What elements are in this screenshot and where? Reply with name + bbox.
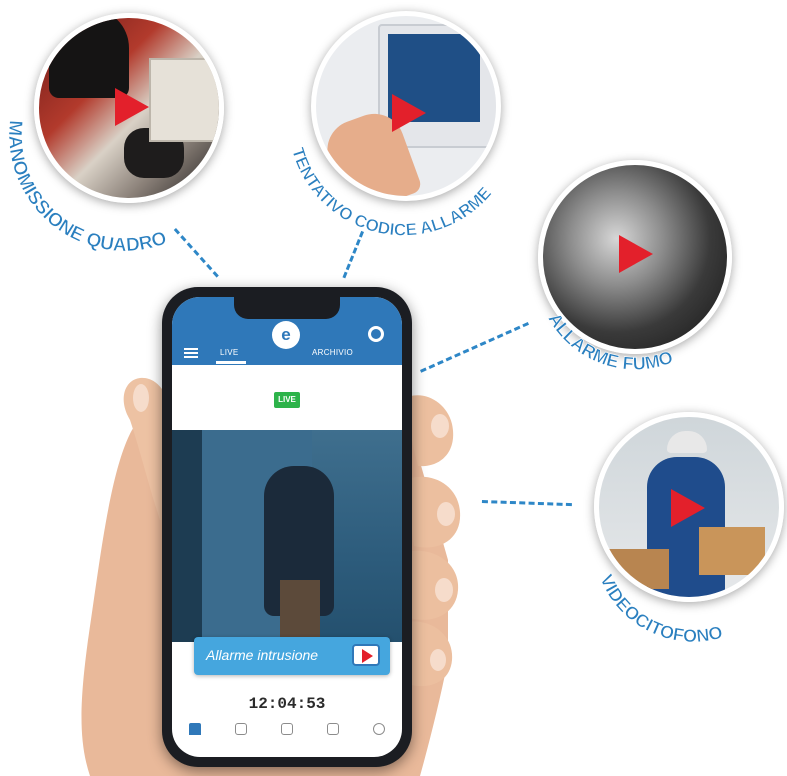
parcel-box xyxy=(609,549,669,589)
bubble-manomissione-quadro[interactable] xyxy=(34,13,224,203)
fingernail xyxy=(431,414,449,438)
info-icon xyxy=(373,723,385,735)
play-icon[interactable] xyxy=(115,88,149,126)
burglar-legs xyxy=(280,580,320,642)
archive-icon xyxy=(327,723,339,735)
live-video-feed[interactable] xyxy=(172,430,402,642)
cap xyxy=(667,431,707,453)
phone-screen: e LIVE ARCHIVIO LIVE Allarme intrusione … xyxy=(172,297,402,757)
play-icon[interactable] xyxy=(392,94,426,132)
app-logo-icon: e xyxy=(272,321,300,349)
bubble-allarme-fumo[interactable] xyxy=(538,160,732,354)
camera-icon xyxy=(281,723,293,735)
play-icon[interactable] xyxy=(671,489,705,527)
nav-item-shield[interactable] xyxy=(221,719,261,737)
phone-notch xyxy=(234,297,340,319)
nav-item-archive[interactable] xyxy=(313,719,353,737)
bottom-navigation xyxy=(172,719,402,757)
parcel-box xyxy=(699,527,765,575)
nav-item-info[interactable] xyxy=(359,719,399,737)
tab-live[interactable]: LIVE xyxy=(220,348,239,357)
burglar-figure xyxy=(49,18,129,98)
play-icon[interactable] xyxy=(619,235,653,273)
hamburger-menu-icon[interactable] xyxy=(184,348,198,358)
bubble-tentativo-codice[interactable] xyxy=(311,11,501,201)
active-tab-indicator xyxy=(216,361,246,364)
gear-icon[interactable] xyxy=(368,326,384,342)
shield-icon xyxy=(235,723,247,735)
smartphone: e LIVE ARCHIVIO LIVE Allarme intrusione … xyxy=(162,287,412,767)
bubble-videocitofono[interactable] xyxy=(594,412,784,602)
alert-notification[interactable]: Allarme intrusione xyxy=(194,637,390,675)
nav-item-home[interactable] xyxy=(175,719,215,737)
alert-text: Allarme intrusione xyxy=(206,647,319,663)
play-icon[interactable] xyxy=(352,644,380,666)
fuse-panel xyxy=(149,58,219,142)
home-icon xyxy=(189,723,201,735)
event-timestamp: 12:04:53 xyxy=(248,695,326,713)
nav-item-camera[interactable] xyxy=(267,719,307,737)
tab-archivio[interactable]: ARCHIVIO xyxy=(312,348,353,357)
live-badge: LIVE xyxy=(274,392,300,408)
